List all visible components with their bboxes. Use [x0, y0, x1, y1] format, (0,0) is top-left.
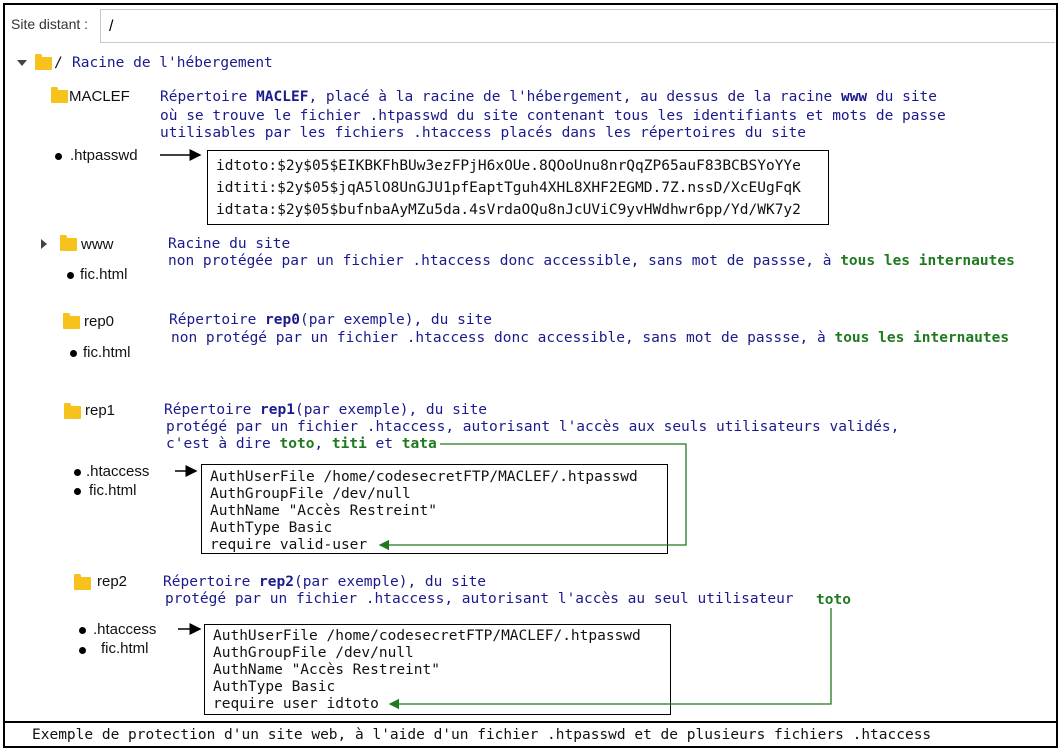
- rep2-user-arrow: [388, 608, 832, 710]
- arrows-layer: [160, 149, 832, 710]
- rep1-users-arrow: [378, 443, 687, 551]
